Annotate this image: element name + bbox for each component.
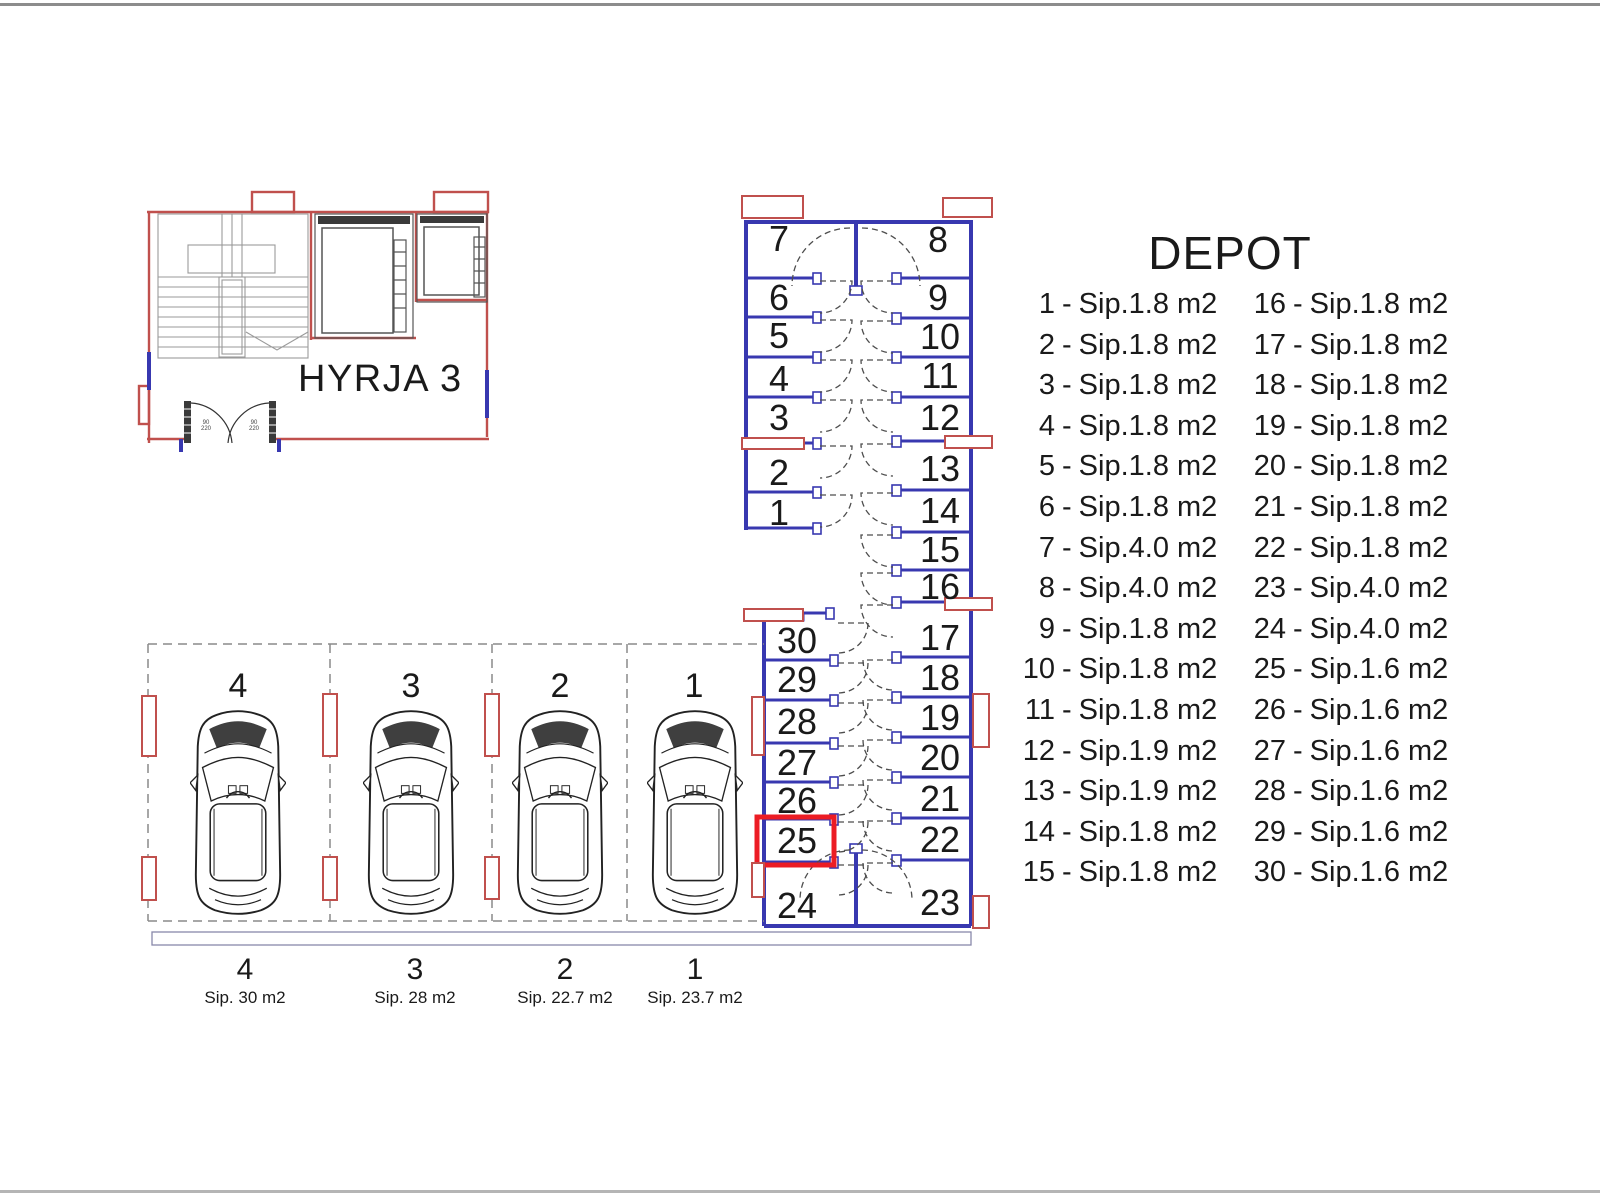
door-size-mark: 90 220 bbox=[201, 420, 212, 432]
legend-item: 15- Sip.1.8 m2 bbox=[1022, 856, 1218, 889]
legend-item: 25- Sip.1.6 m2 bbox=[1253, 653, 1449, 686]
unit-label-29: 29 bbox=[777, 659, 817, 700]
unit-label-12: 12 bbox=[920, 397, 960, 438]
elevator-2-icon bbox=[416, 213, 488, 303]
unit-label-26: 26 bbox=[777, 780, 817, 821]
unit-label-22: 22 bbox=[920, 819, 960, 860]
legend-item: 16- Sip.1.8 m2 bbox=[1253, 288, 1449, 320]
unit-label-2: 2 bbox=[769, 452, 789, 493]
unit-label-7: 7 bbox=[769, 218, 789, 259]
unit-label-27: 27 bbox=[777, 742, 817, 783]
legend-item: 10- Sip.1.8 m2 bbox=[1022, 653, 1218, 686]
unit-label-21: 21 bbox=[920, 778, 960, 819]
legend-item: 30- Sip.1.6 m2 bbox=[1253, 856, 1449, 889]
unit-label-23: 23 bbox=[920, 882, 960, 923]
unit-label-9: 9 bbox=[928, 277, 948, 318]
legend-item: 6- Sip.1.8 m2 bbox=[1038, 490, 1218, 523]
driveway-edge-band bbox=[151, 931, 972, 946]
unit-label-8: 8 bbox=[928, 219, 948, 260]
legend-item: 27- Sip.1.6 m2 bbox=[1253, 734, 1449, 767]
legend-item: 22- Sip.1.8 m2 bbox=[1253, 531, 1449, 564]
parking-stall-4-area: Sip. 30 m2 bbox=[204, 988, 285, 1007]
legend-item: 20- Sip.1.8 m2 bbox=[1253, 450, 1449, 483]
parking-stall-2-area: Sip. 22.7 m2 bbox=[517, 988, 612, 1007]
unit-label-17: 17 bbox=[920, 617, 960, 658]
parking-stall-2-number: 2 bbox=[557, 953, 574, 986]
door-jambs bbox=[812, 272, 902, 869]
legend-title: DEPOT bbox=[1148, 227, 1312, 279]
legend-column-right: 16- Sip.1.8 m2 17- Sip.1.8 m2 18- Sip.1.8 m… bbox=[1220, 284, 1465, 893]
legend-item: 3- Sip.1.8 m2 bbox=[1038, 369, 1218, 402]
plan-labels: 7 6 5 4 3 2 1 8 9 10 11 12 13 14 15 16 1… bbox=[204, 218, 960, 1007]
unit-label-20: 20 bbox=[920, 737, 960, 778]
unit-label-1: 1 bbox=[769, 492, 789, 533]
unit-label-10: 10 bbox=[920, 316, 960, 357]
legend-item: 1- Sip.1.8 m2 bbox=[1038, 288, 1218, 320]
unit-label-14: 14 bbox=[920, 490, 960, 531]
parking-stall-3-number: 3 bbox=[407, 953, 424, 986]
unit-label-15: 15 bbox=[920, 529, 960, 570]
legend-item: 14- Sip.1.8 m2 bbox=[1022, 815, 1218, 848]
car-4 bbox=[190, 710, 286, 915]
unit-label-30: 30 bbox=[777, 620, 817, 661]
legend-item: 17- Sip.1.8 m2 bbox=[1253, 328, 1449, 361]
car-2 bbox=[512, 710, 608, 915]
unit-label-13: 13 bbox=[920, 448, 960, 489]
unit-label-5: 5 bbox=[769, 315, 789, 356]
car-1 bbox=[647, 710, 743, 915]
elevator-1-icon bbox=[314, 213, 414, 339]
unit-label-19: 19 bbox=[920, 697, 960, 738]
staircase-icon bbox=[157, 213, 309, 359]
entrance-block: 90 220 90 220 HYRJA 3 bbox=[137, 190, 490, 452]
entrance-label: HYRJA 3 bbox=[298, 358, 463, 400]
legend-item: 8- Sip.4.0 m2 bbox=[1038, 572, 1218, 605]
legend-item: 4- Sip.1.8 m2 bbox=[1038, 409, 1218, 442]
legend-item: 23- Sip.4.0 m2 bbox=[1253, 572, 1449, 605]
parking-stall-3-area: Sip. 28 m2 bbox=[374, 988, 455, 1007]
legend-item: 29- Sip.1.6 m2 bbox=[1253, 815, 1449, 848]
parking-stall-4-number: 4 bbox=[237, 953, 254, 986]
legend-item: 21- Sip.1.8 m2 bbox=[1253, 490, 1449, 523]
legend-item: 5- Sip.1.8 m2 bbox=[1038, 450, 1218, 483]
parking-stall-1-number: 1 bbox=[687, 953, 704, 986]
legend-column-left: 1- Sip.1.8 m2 2- Sip.1.8 m2 3- Sip.1.8 m2 4… bbox=[995, 284, 1220, 893]
legend-item: 19- Sip.1.8 m2 bbox=[1253, 409, 1449, 442]
unit-label-4: 4 bbox=[769, 358, 789, 399]
unit-label-18: 18 bbox=[920, 657, 960, 698]
unit-label-3: 3 bbox=[769, 397, 789, 438]
unit-label-25: 25 bbox=[777, 820, 817, 861]
floor-plan-page: 90 220 90 220 HYRJA 3 7 6 5 4 3 2 1 8 9 … bbox=[0, 0, 1600, 1200]
parking-stall-2-label: 2 bbox=[551, 667, 570, 705]
depot-legend: DEPOT 1- Sip.1.8 m2 2- Sip.1.8 m2 3- Sip.1.… bbox=[995, 228, 1465, 893]
legend-item: 13- Sip.1.9 m2 bbox=[1022, 775, 1218, 808]
legend-item: 28- Sip.1.6 m2 bbox=[1253, 775, 1449, 808]
legend-item: 18- Sip.1.8 m2 bbox=[1253, 369, 1449, 402]
parking-stall-1-area: Sip. 23.7 m2 bbox=[647, 988, 742, 1007]
unit-label-28: 28 bbox=[777, 701, 817, 742]
entrance-door: 90 220 90 220 bbox=[184, 401, 276, 444]
legend-item: 2- Sip.1.8 m2 bbox=[1038, 328, 1218, 361]
parking-stall-3-label: 3 bbox=[402, 667, 421, 705]
unit-label-16: 16 bbox=[920, 566, 960, 607]
unit-label-11: 11 bbox=[921, 355, 958, 396]
legend-item: 12- Sip.1.9 m2 bbox=[1022, 734, 1218, 767]
parking-stall-4-label: 4 bbox=[229, 667, 248, 705]
unit-label-6: 6 bbox=[769, 277, 789, 318]
legend-item: 7- Sip.4.0 m2 bbox=[1038, 531, 1218, 564]
door-size-mark: 90 220 bbox=[249, 420, 260, 432]
legend-item: 9- Sip.1.8 m2 bbox=[1038, 612, 1218, 645]
parking-stall-1-label: 1 bbox=[685, 667, 704, 705]
car-3 bbox=[363, 710, 459, 915]
legend-item: 11- Sip.1.8 m2 bbox=[1024, 693, 1218, 726]
unit-label-24: 24 bbox=[777, 885, 817, 926]
legend-item: 24- Sip.4.0 m2 bbox=[1253, 612, 1449, 645]
legend-item: 26- Sip.1.6 m2 bbox=[1253, 693, 1449, 726]
